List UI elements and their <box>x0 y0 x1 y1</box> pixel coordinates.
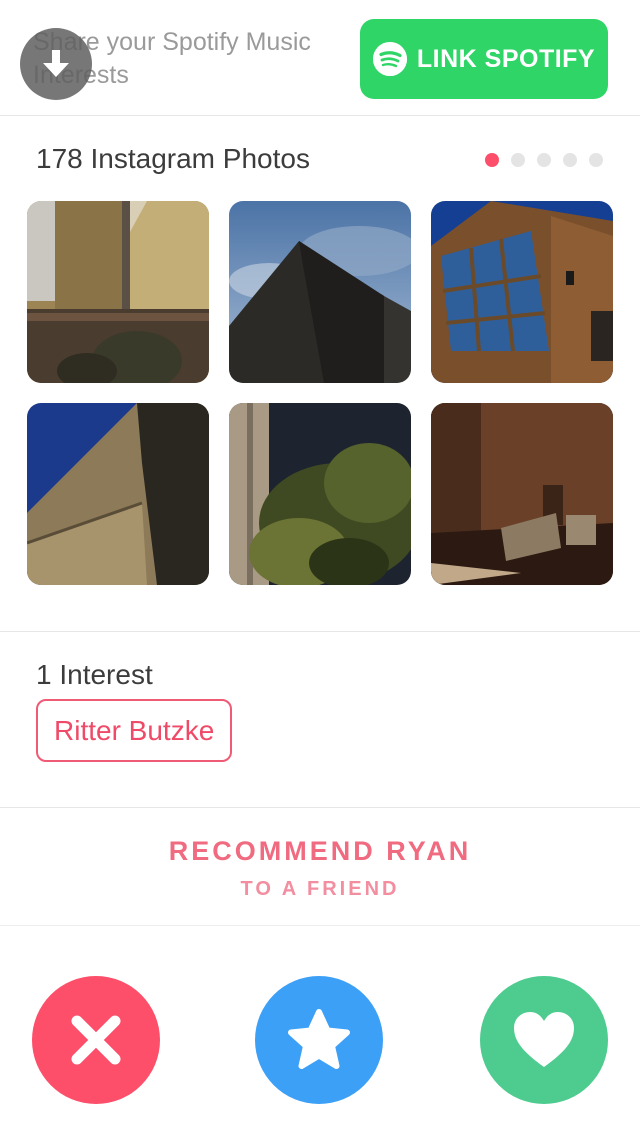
instagram-photo-2[interactable] <box>229 201 411 383</box>
download-button[interactable] <box>20 28 92 100</box>
recommend-subtitle: TO A FRIEND <box>240 878 400 900</box>
interests-title: 1 Interest <box>36 659 153 690</box>
close-icon <box>71 1015 121 1065</box>
pager-dot-3[interactable] <box>537 153 551 167</box>
link-spotify-button[interactable]: LINK SPOTIFY <box>360 19 608 99</box>
arrow-down-icon <box>43 50 69 77</box>
recommend-button[interactable]: RECOMMEND RYAN TO A FRIEND <box>0 808 640 926</box>
instagram-photo-3[interactable] <box>431 201 613 383</box>
star-icon <box>288 1009 350 1069</box>
nope-button[interactable] <box>32 976 160 1104</box>
instagram-section: 178 Instagram Photos <box>0 116 640 632</box>
pager-dot-5[interactable] <box>589 153 603 167</box>
spotify-icon <box>372 42 407 76</box>
pager-dot-4[interactable] <box>563 153 577 167</box>
interests-section: 1 Interest Ritter Butzke <box>0 632 640 808</box>
recommend-title: RECOMMEND RYAN <box>168 836 472 866</box>
instagram-photo-6[interactable] <box>431 403 613 585</box>
pager-dot-1[interactable] <box>485 153 499 167</box>
instagram-photo-4[interactable] <box>27 403 209 585</box>
heart-icon <box>514 1012 574 1067</box>
instagram-title: 178 Instagram Photos <box>36 143 310 174</box>
instagram-photo-5[interactable] <box>229 403 411 585</box>
superlike-button[interactable] <box>255 976 383 1104</box>
instagram-photo-1[interactable] <box>27 201 209 383</box>
photo-pager[interactable] <box>485 153 603 167</box>
spotify-banner: Share your Spotify Music Interests LINK … <box>0 0 640 116</box>
pager-dot-2[interactable] <box>511 153 525 167</box>
interest-chip[interactable]: Ritter Butzke <box>36 699 233 762</box>
like-button[interactable] <box>480 976 608 1104</box>
link-spotify-label: LINK SPOTIFY <box>416 44 596 73</box>
